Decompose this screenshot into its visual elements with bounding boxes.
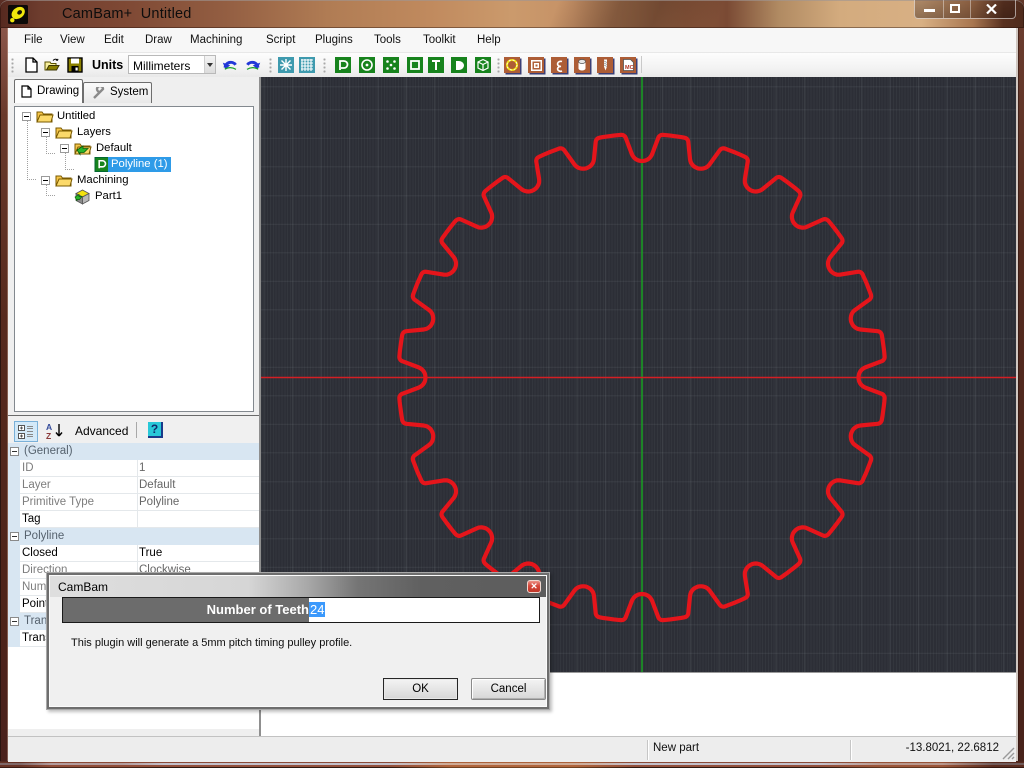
svg-text:Z: Z bbox=[46, 431, 51, 441]
svg-text:MC: MC bbox=[625, 65, 634, 71]
